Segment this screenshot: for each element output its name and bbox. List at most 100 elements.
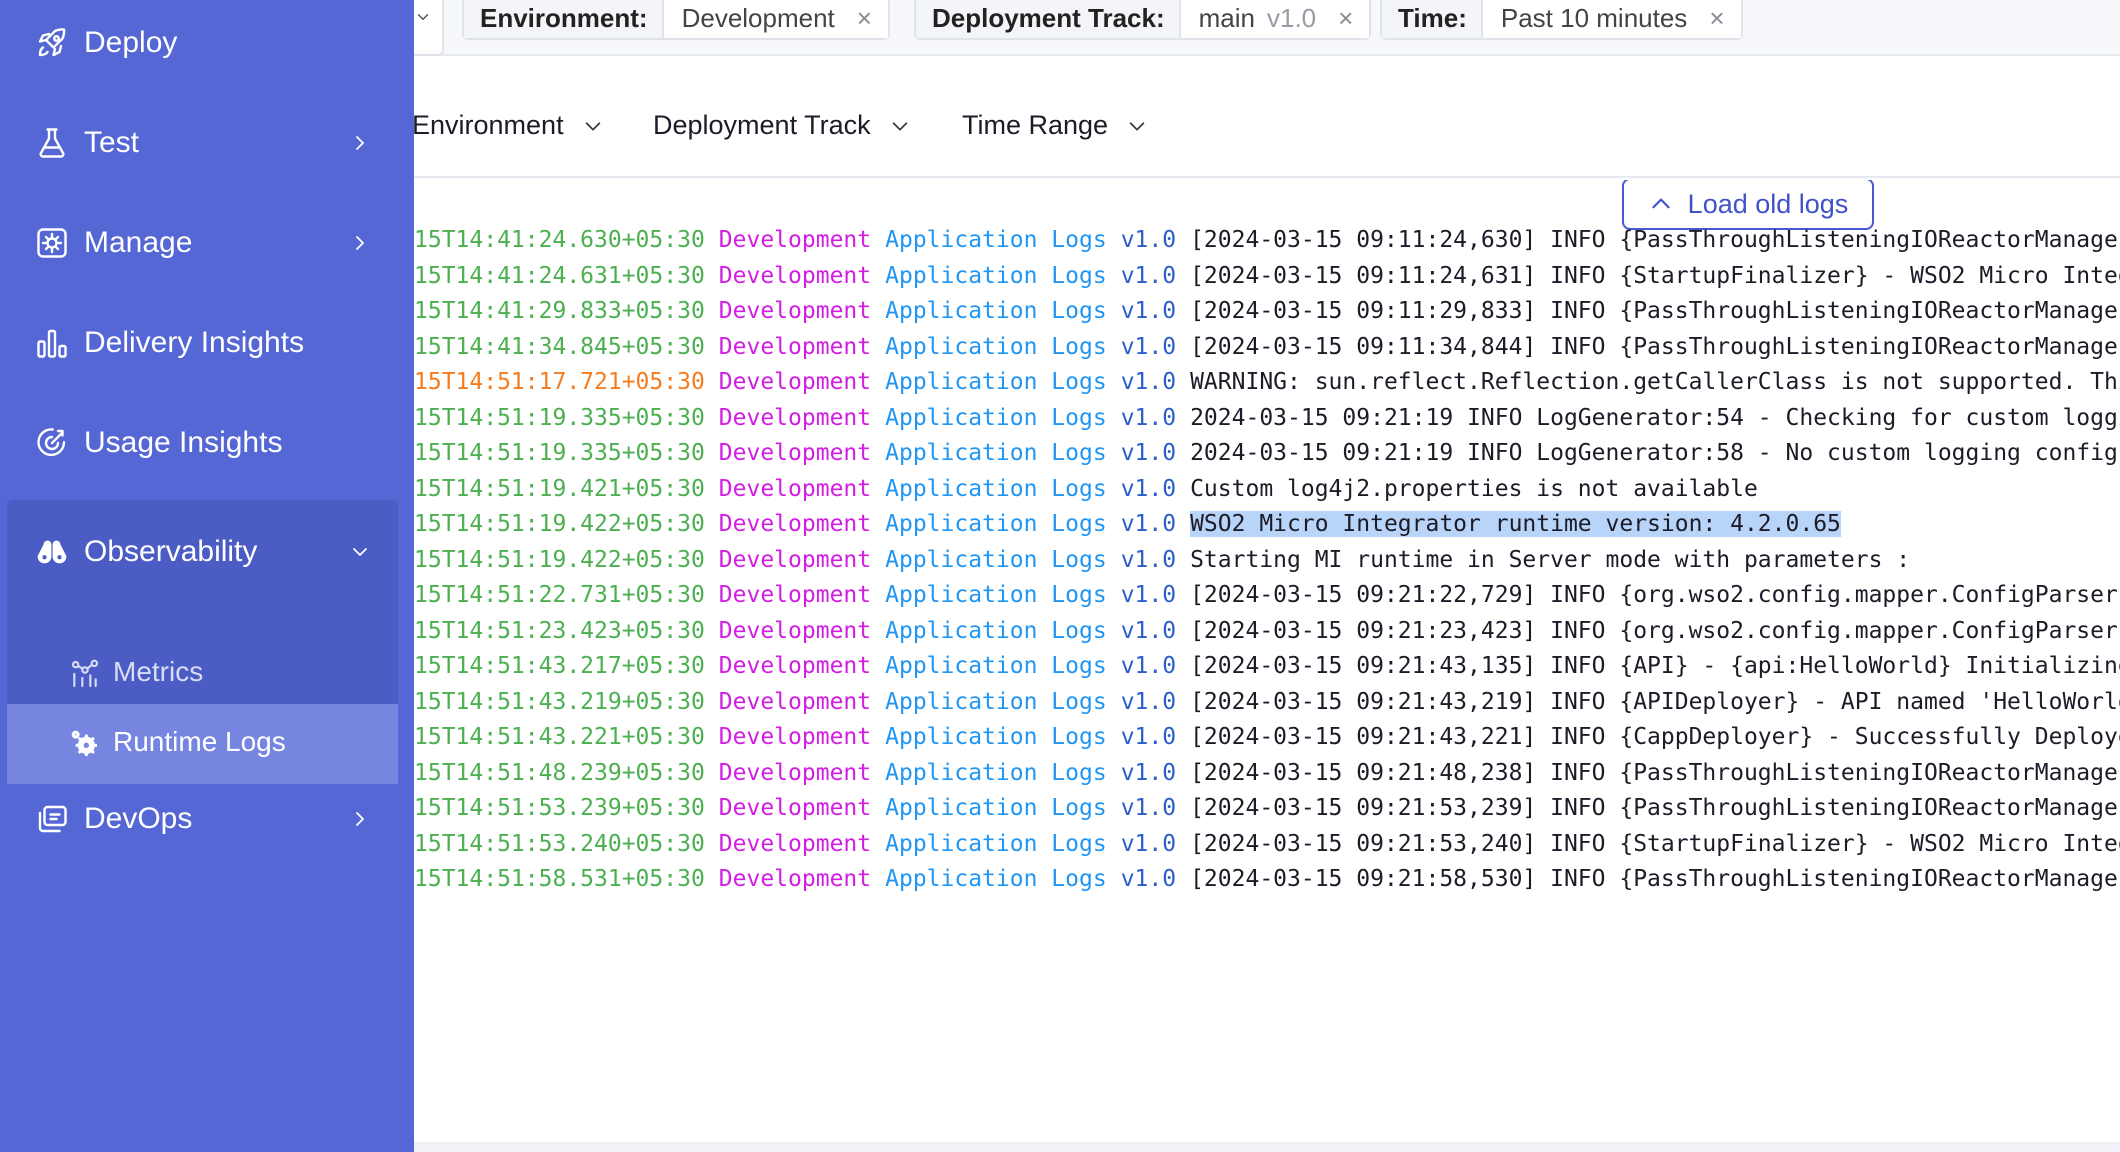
sidebar-item-delivery-insights[interactable]: Delivery Insights bbox=[0, 293, 414, 393]
chevron-down-icon bbox=[892, 121, 907, 130]
sidebar-item-test[interactable]: Test bbox=[0, 93, 414, 193]
log-environment: Development bbox=[718, 333, 872, 360]
observability-group: Observability Metrics Runtime Logs bbox=[7, 500, 398, 784]
deployment-track-dropdown[interactable]: Deployment Track bbox=[653, 110, 911, 141]
log-version: v1.0 bbox=[1120, 617, 1177, 644]
log-version: v1.0 bbox=[1120, 866, 1177, 892]
dropdown-label: Time Range bbox=[962, 110, 1109, 140]
log-row: 15T14:51:19.421+05:30 Development Applicat… bbox=[414, 469, 1758, 509]
log-component: Application Logs bbox=[885, 475, 1107, 502]
log-environment: Development bbox=[718, 582, 872, 608]
log-message: [2024-03-15 09:21:53,240] INFO {StartupF… bbox=[1190, 830, 2120, 857]
sidebar-item-manage[interactable]: Manage bbox=[0, 193, 414, 293]
log-row: 15T14:51:43.221+05:30 Development Applicat… bbox=[414, 717, 2120, 757]
log-timestamp: 15T14:41:24.631+05:30 bbox=[414, 262, 705, 289]
log-timestamp: 15T14:51:19.421+05:30 bbox=[414, 475, 705, 502]
log-timestamp: 15T14:51:43.221+05:30 bbox=[414, 724, 705, 750]
log-message: [2024-03-15 09:21:58,530] INFO {PassThro… bbox=[1190, 866, 2120, 892]
sidebar: Deploy Test Manage Delivery Insights Usa… bbox=[0, 0, 414, 1152]
dropdown-label: Deployment Track bbox=[653, 110, 871, 140]
log-version: v1.0 bbox=[1120, 688, 1177, 715]
log-version: v1.0 bbox=[1120, 227, 1177, 253]
log-version: v1.0 bbox=[1120, 653, 1177, 679]
filter-dropdowns: Environment Deployment Track Time Range bbox=[412, 72, 2120, 178]
log-row: 15T14:51:43.217+05:30 Development Applicat… bbox=[414, 646, 2120, 686]
sidebar-item-label: Runtime Logs bbox=[113, 726, 286, 757]
sidebar-item-deploy[interactable]: Deploy bbox=[0, 0, 414, 93]
log-row: 15T14:41:24.631+05:30 Development Applicat… bbox=[414, 256, 2120, 296]
close-icon[interactable]: × bbox=[1709, 3, 1724, 38]
log-viewer[interactable]: Load old logs 15T14:41:24.630+05:30 Devel… bbox=[414, 180, 2120, 1152]
chevron-right-icon bbox=[348, 131, 372, 155]
log-version: v1.0 bbox=[1120, 440, 1177, 466]
close-icon[interactable]: × bbox=[857, 3, 872, 38]
log-viewer-bottom-edge bbox=[414, 1142, 2120, 1152]
bar-chart-icon bbox=[34, 325, 70, 361]
log-version: v1.0 bbox=[1120, 546, 1177, 573]
log-version: v1.0 bbox=[1120, 262, 1177, 289]
log-version: v1.0 bbox=[1120, 795, 1177, 821]
filter-chip-value: Past 10 minutes × bbox=[1480, 0, 1741, 38]
log-environment: Development bbox=[718, 440, 872, 466]
sidebar-item-metrics[interactable]: Metrics bbox=[7, 634, 398, 714]
log-environment: Development bbox=[718, 759, 872, 786]
log-version: v1.0 bbox=[1120, 369, 1177, 395]
sidebar-item-usage-insights[interactable]: Usage Insights bbox=[0, 393, 414, 493]
log-environment: Development bbox=[718, 262, 872, 289]
log-component: Application Logs bbox=[885, 298, 1107, 324]
log-row: 15T14:51:22.731+05:30 Development Applicat… bbox=[414, 575, 2120, 615]
log-environment: Development bbox=[718, 795, 872, 821]
log-message: WARNING: sun.reflect.Reflection.getCalle… bbox=[1190, 369, 2120, 395]
close-icon[interactable]: × bbox=[1338, 3, 1353, 38]
log-environment: Development bbox=[718, 866, 872, 892]
sidebar-item-observability[interactable]: Observability bbox=[0, 502, 414, 602]
log-timestamp: 15T14:51:53.239+05:30 bbox=[414, 795, 705, 821]
log-version: v1.0 bbox=[1120, 475, 1177, 502]
filter-chip-time: Time: Past 10 minutes × bbox=[1380, 0, 1743, 40]
log-row: 15T14:51:43.219+05:30 Development Applicat… bbox=[414, 682, 2120, 722]
log-timestamp: 15T14:51:58.531+05:30 bbox=[414, 866, 705, 892]
log-component: Application Logs bbox=[885, 511, 1107, 537]
sidebar-item-label: Test bbox=[84, 126, 140, 159]
log-timestamp: 15T14:51:53.240+05:30 bbox=[414, 830, 705, 857]
log-timestamp: 15T14:41:24.630+05:30 bbox=[414, 227, 705, 253]
log-row: 15T14:51:19.335+05:30 Development Applicat… bbox=[414, 433, 2120, 473]
log-component: Application Logs bbox=[885, 653, 1107, 679]
environment-dropdown[interactable]: Environment bbox=[412, 110, 604, 141]
chevron-down-icon bbox=[417, 14, 429, 20]
log-timestamp: 15T14:51:43.217+05:30 bbox=[414, 653, 705, 679]
log-environment: Development bbox=[718, 404, 872, 431]
filter-chip-key: Time: bbox=[1382, 0, 1481, 38]
log-timestamp: 15T14:51:43.219+05:30 bbox=[414, 688, 705, 715]
log-environment: Development bbox=[718, 475, 872, 502]
log-version: v1.0 bbox=[1120, 582, 1177, 608]
sidebar-item-label: Usage Insights bbox=[84, 426, 283, 459]
sidebar-item-label: Deploy bbox=[84, 26, 178, 59]
log-environment: Development bbox=[718, 830, 872, 857]
log-row: 15T14:51:48.239+05:30 Development Applicat… bbox=[414, 753, 2120, 793]
chevron-right-icon bbox=[348, 231, 372, 255]
collapse-button[interactable] bbox=[414, 0, 444, 56]
devops-icon bbox=[34, 801, 70, 837]
filter-chip-value-text: Past 10 minutes bbox=[1500, 3, 1688, 33]
log-component: Application Logs bbox=[885, 262, 1107, 289]
log-message: 2024-03-15 09:21:19 INFO LogGenerator:58… bbox=[1190, 440, 2120, 466]
cogs-icon bbox=[69, 728, 101, 760]
chevron-down-icon bbox=[348, 540, 372, 564]
sidebar-item-label: Delivery Insights bbox=[84, 326, 305, 359]
log-version: v1.0 bbox=[1120, 724, 1177, 750]
log-component: Application Logs bbox=[885, 227, 1107, 253]
filter-chip-value: Development × bbox=[661, 0, 888, 38]
log-message: [2024-03-15 09:21:43,221] INFO {CappDepl… bbox=[1190, 724, 2120, 750]
filter-chip-deployment-track: Deployment Track: main v1.0 × bbox=[914, 0, 1372, 40]
time-range-dropdown[interactable]: Time Range bbox=[962, 110, 1148, 141]
chevron-up-icon bbox=[1652, 198, 1670, 209]
log-version: v1.0 bbox=[1120, 333, 1177, 360]
filter-chip-value: main v1.0 × bbox=[1178, 0, 1370, 38]
filter-chip-version: v1.0 bbox=[1267, 3, 1317, 33]
log-message: [2024-03-15 09:21:22,729] INFO {org.wso2… bbox=[1190, 582, 2120, 608]
binoculars-icon bbox=[34, 534, 70, 570]
log-component: Application Logs bbox=[885, 724, 1107, 750]
sidebar-item-devops[interactable]: DevOps bbox=[0, 769, 414, 869]
log-environment: Development bbox=[718, 617, 872, 644]
